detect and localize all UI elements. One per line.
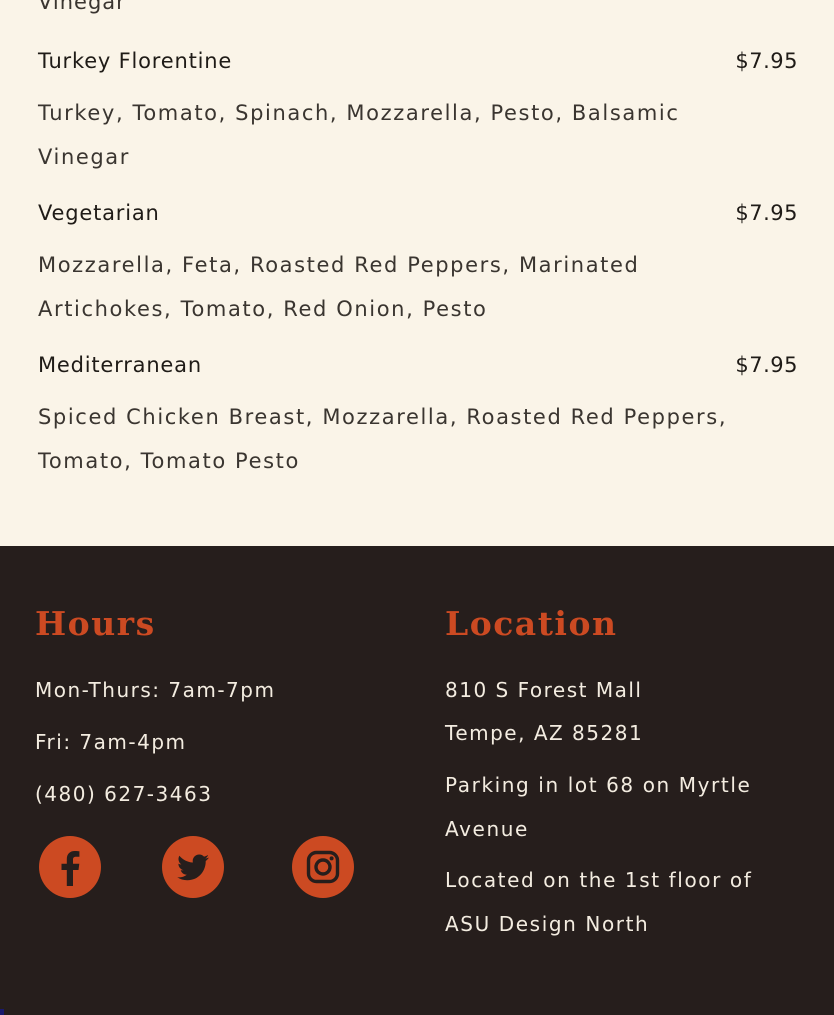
menu-item-name: Mediterranean xyxy=(38,353,202,377)
parking-info: Parking in lot 68 on Myrtle Avenue xyxy=(445,773,752,841)
phone-number[interactable]: (480) 627-3463 xyxy=(35,780,212,808)
menu-item-description-cut: Vinegar xyxy=(38,0,126,14)
menu-item-price: $7.95 xyxy=(735,201,798,225)
menu-item-description: Spiced Chicken Breast, Mozzarella, Roast… xyxy=(38,405,728,473)
menu-item-name: Vegetarian xyxy=(38,201,160,225)
facebook-icon xyxy=(39,836,101,898)
location-heading: Location xyxy=(445,604,618,643)
hours-friday: Fri: 7am-4pm xyxy=(35,730,187,754)
address-line-2: Tempe, AZ 85281 xyxy=(445,721,644,745)
instagram-icon xyxy=(292,836,354,898)
floor-info: Located on the 1st floor of ASU Design N… xyxy=(445,868,753,936)
menu-item-price: $7.95 xyxy=(735,49,798,73)
menu-item-description: Turkey, Tomato, Spinach, Mozzarella, Pes… xyxy=(38,101,680,169)
menu-item-price: $7.95 xyxy=(735,353,798,377)
address-line-1: 810 S Forest Mall xyxy=(445,678,643,702)
menu-item-name: Turkey Florentine xyxy=(38,49,233,73)
menu-section: Vinegar Turkey Florentine $7.95 Turkey, … xyxy=(0,0,834,546)
footer: Hours Mon-Thurs: 7am-7pm Fri: 7am-4pm (4… xyxy=(0,546,834,1015)
window-corner xyxy=(0,1009,4,1015)
menu-item-description: Mozzarella, Feta, Roasted Red Peppers, M… xyxy=(38,253,640,321)
instagram-link[interactable] xyxy=(292,836,354,898)
facebook-link[interactable] xyxy=(39,836,101,898)
twitter-icon xyxy=(162,836,224,898)
hours-weekdays: Mon-Thurs: 7am-7pm xyxy=(35,678,276,702)
twitter-link[interactable] xyxy=(162,836,224,898)
hours-heading: Hours xyxy=(35,604,156,643)
page: Vinegar Turkey Florentine $7.95 Turkey, … xyxy=(0,0,834,1015)
